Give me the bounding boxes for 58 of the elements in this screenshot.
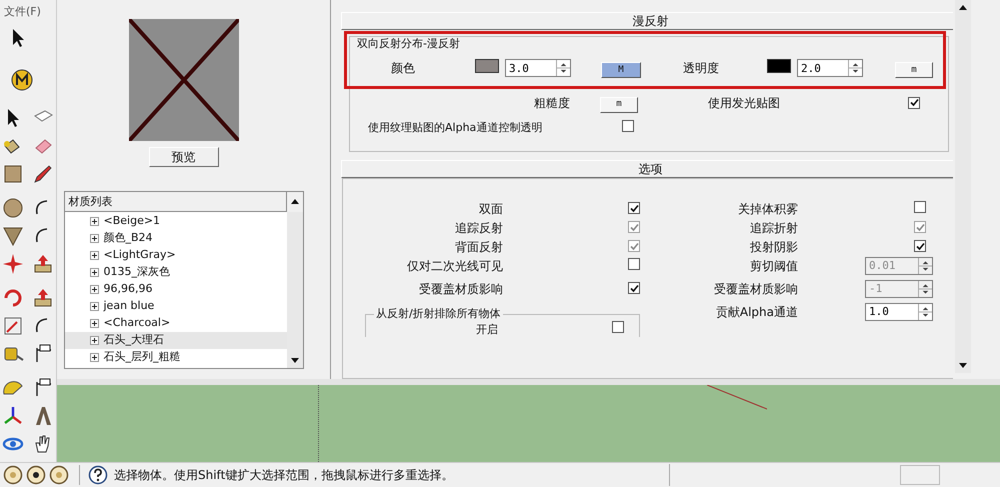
checkbox[interactable]: [612, 321, 624, 333]
option-label: 使用纹理贴图的Alpha通道控制透明: [368, 120, 544, 136]
option-label: 追踪反射: [454, 220, 503, 236]
option-label: 受覆盖材质影响: [418, 280, 503, 298]
expand-icon[interactable]: [90, 319, 98, 328]
option-label: 仅对二次光线可见: [406, 258, 503, 274]
expand-icon[interactable]: [90, 217, 98, 226]
m-badge-icon[interactable]: [10, 68, 34, 92]
material-item[interactable]: 石头_大理石: [64, 332, 286, 349]
option-label: 追踪折射: [749, 220, 798, 236]
map-button[interactable]: m: [600, 96, 638, 113]
expand-icon[interactable]: [90, 285, 98, 294]
list-header: 材质列表: [64, 192, 286, 212]
checkbox[interactable]: [914, 240, 926, 252]
preview-button[interactable]: 预览: [148, 147, 218, 167]
status-text: 选择物体。使用Shift键扩大选择范围，拖拽鼠标进行多重选择。: [114, 467, 454, 484]
option-label: 关掉体积雾: [737, 200, 798, 218]
option-label: 受覆盖材质影响: [713, 280, 798, 298]
roughness-label: 粗糙度: [533, 95, 570, 112]
number-field[interactable]: 3.0: [505, 59, 571, 78]
checkbox[interactable]: [628, 282, 640, 294]
color-swatch[interactable]: [475, 58, 499, 73]
expand-icon[interactable]: [90, 302, 98, 311]
file-menu[interactable]: 文件(F): [0, 0, 56, 22]
help-icon[interactable]: [88, 465, 108, 485]
checkbox[interactable]: [628, 258, 640, 270]
expand-icon[interactable]: [90, 268, 98, 277]
option-label: 使用发光贴图: [708, 95, 781, 112]
option-label: 剪切阈值: [749, 258, 798, 274]
expand-icon[interactable]: [90, 234, 98, 243]
number-field[interactable]: 1.0: [865, 302, 933, 320]
option-label: 双面: [478, 200, 503, 218]
map-button[interactable]: m: [895, 62, 933, 78]
checkbox[interactable]: [914, 200, 926, 212]
checkbox[interactable]: [908, 96, 920, 108]
option-label: 开启: [476, 324, 499, 334]
spin-arrows-icon[interactable]: [848, 60, 862, 76]
scroll-up-icon[interactable]: [286, 192, 302, 212]
section-header[interactable]: 漫反射: [341, 12, 953, 30]
checkbox[interactable]: [622, 120, 634, 132]
section-header[interactable]: 选项: [341, 160, 953, 178]
spin-arrows-icon[interactable]: [556, 60, 570, 76]
circle-icon[interactable]: [1, 196, 25, 220]
expand-icon[interactable]: [90, 336, 98, 345]
option-label: 投射阴影: [749, 238, 798, 256]
color-label: 颜色: [391, 60, 416, 78]
spin-arrows-icon[interactable]: [918, 304, 932, 320]
option-label: 背面反射: [454, 238, 503, 256]
group-title: 双向反射分布-漫反射: [357, 36, 461, 52]
checkbox[interactable]: [628, 202, 640, 214]
map-button[interactable]: M: [601, 62, 641, 78]
expand-icon[interactable]: [90, 251, 98, 260]
expand-icon[interactable]: [90, 353, 98, 362]
number-field[interactable]: 2.0: [797, 59, 863, 78]
transparency-label: 透明度: [683, 60, 720, 78]
color-swatch[interactable]: [767, 58, 791, 73]
option-label: 贡献Alpha通道: [714, 304, 798, 320]
group-title: 从反射/折射排除所有物体: [374, 307, 503, 321]
